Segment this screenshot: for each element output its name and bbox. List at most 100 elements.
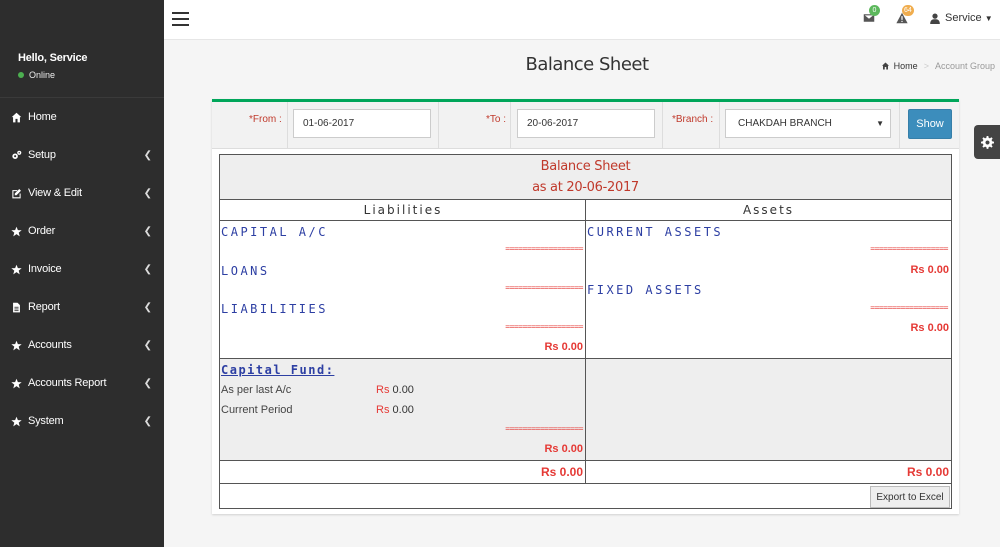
sidebar-item-order[interactable]: Order ❮ bbox=[0, 212, 164, 250]
alerts-button[interactable]: 64 bbox=[896, 5, 914, 27]
star-icon bbox=[11, 340, 22, 351]
breadcrumb-home-link[interactable]: Home bbox=[894, 61, 918, 71]
separator-line: ================== bbox=[505, 322, 583, 331]
capital-fund-row-value: Rs 0.00 bbox=[376, 404, 414, 416]
balance-sheet-panel: *From : 01-06-2017 *To : 20-06-2017 *Bra… bbox=[212, 99, 959, 514]
user-name: Service bbox=[945, 12, 982, 24]
separator-line: ================== bbox=[505, 424, 583, 433]
edit-icon bbox=[11, 188, 22, 199]
settings-panel-toggle[interactable] bbox=[974, 125, 1000, 159]
online-dot-icon bbox=[18, 72, 24, 78]
star-icon bbox=[11, 226, 22, 237]
sidebar-item-setup[interactable]: Setup ❮ bbox=[0, 136, 164, 174]
sidebar-item-label: Setup bbox=[28, 149, 56, 161]
total-liabilities: Rs 0.00 bbox=[540, 465, 583, 479]
liabilities-amount: Rs 0.00 bbox=[544, 341, 583, 353]
show-button[interactable]: Show bbox=[908, 109, 952, 139]
sidebar-logo-area bbox=[0, 0, 164, 40]
group-liabilities: LIABILITIES bbox=[221, 302, 328, 316]
sidebar-menu: Home Setup ❮ View & Edit ❮ Order ❮ Invoi… bbox=[0, 98, 164, 440]
chevron-left-icon: ❮ bbox=[143, 187, 152, 199]
cogs-icon bbox=[11, 150, 22, 161]
select-arrow-icon: ▼ bbox=[876, 119, 884, 128]
capital-fund-title: Capital Fund: bbox=[221, 363, 335, 377]
file-icon bbox=[11, 302, 22, 313]
capital-fund-total: Rs 0.00 bbox=[544, 443, 583, 455]
group-current-assets: CURRENT ASSETS bbox=[587, 225, 724, 239]
from-label: *From : bbox=[249, 114, 282, 125]
caret-down-icon: ▼ bbox=[984, 13, 993, 23]
star-icon bbox=[11, 264, 22, 275]
user-greeting: Hello, Service bbox=[18, 52, 88, 64]
sidebar-item-home[interactable]: Home bbox=[0, 98, 164, 136]
chevron-left-icon: ❮ bbox=[143, 263, 152, 275]
group-loans: LOANS bbox=[221, 264, 270, 278]
star-icon bbox=[11, 378, 22, 389]
to-label: *To : bbox=[486, 114, 507, 125]
chevron-left-icon: ❮ bbox=[143, 415, 152, 427]
breadcrumb-separator: > bbox=[923, 61, 929, 71]
branch-select[interactable]: CHAKDAH BRANCH ▼ bbox=[725, 109, 891, 138]
balance-sheet-report: Balance Sheet as at 20-06-2017 Liabiliti… bbox=[219, 154, 952, 509]
sidebar-item-report[interactable]: Report ❮ bbox=[0, 288, 164, 326]
star-icon bbox=[11, 416, 22, 427]
sidebar-item-label: System bbox=[28, 415, 64, 427]
user-status: Online bbox=[18, 70, 146, 80]
sidebar-item-label: Accounts Report bbox=[28, 377, 107, 389]
user-icon bbox=[930, 12, 940, 24]
export-to-excel-button[interactable]: Export to Excel bbox=[870, 486, 950, 508]
branch-label: *Branch : bbox=[672, 114, 714, 125]
sidebar: Hello, Service Online Home Setup ❮ View … bbox=[0, 0, 164, 547]
filter-bar: *From : 01-06-2017 *To : 20-06-2017 *Bra… bbox=[212, 102, 959, 149]
sidebar-item-label: Order bbox=[28, 225, 56, 237]
sidebar-item-label: Invoice bbox=[28, 263, 62, 275]
page-title: Balance Sheet bbox=[525, 54, 649, 75]
chevron-left-icon: ❮ bbox=[143, 301, 152, 313]
separator-line: ================== bbox=[505, 283, 583, 292]
assets-column-header: Assets bbox=[586, 200, 951, 221]
gear-icon bbox=[980, 135, 994, 149]
messages-button[interactable]: 0 bbox=[863, 5, 880, 27]
user-menu-dropdown[interactable]: Service ▼ bbox=[930, 12, 993, 24]
capital-fund-row-label: As per last A/c bbox=[221, 384, 292, 396]
to-date-input[interactable]: 20-06-2017 bbox=[517, 109, 655, 138]
separator-line: ================== bbox=[505, 244, 583, 253]
separator-line: ================== bbox=[870, 303, 948, 312]
capital-fund-row-label: Current Period bbox=[221, 404, 293, 416]
sidebar-item-system[interactable]: System ❮ bbox=[0, 402, 164, 440]
sidebar-item-accounts[interactable]: Accounts ❮ bbox=[0, 326, 164, 364]
sidebar-item-accounts-report[interactable]: Accounts Report ❮ bbox=[0, 364, 164, 402]
total-assets: Rs 0.00 bbox=[906, 465, 949, 479]
sidebar-item-label: Report bbox=[28, 301, 60, 313]
user-status-label: Online bbox=[29, 70, 56, 80]
sidebar-item-label: Accounts bbox=[28, 339, 72, 351]
group-fixed-assets: FIXED ASSETS bbox=[587, 283, 704, 297]
top-navbar: 0 64 Service ▼ bbox=[164, 0, 1000, 40]
sidebar-item-label: View & Edit bbox=[28, 187, 82, 199]
menu-toggle-icon[interactable] bbox=[172, 12, 189, 26]
sidebar-item-invoice[interactable]: Invoice ❮ bbox=[0, 250, 164, 288]
chevron-left-icon: ❮ bbox=[143, 225, 152, 237]
fixed-assets-amount: Rs 0.00 bbox=[910, 322, 949, 334]
user-panel: Hello, Service Online bbox=[0, 40, 164, 98]
breadcrumb: Home > Account Group bbox=[881, 61, 995, 71]
report-header: Balance Sheet as at 20-06-2017 bbox=[220, 155, 951, 200]
chevron-left-icon: ❮ bbox=[143, 377, 152, 389]
from-date-input[interactable]: 01-06-2017 bbox=[293, 109, 431, 138]
report-subtitle: as at 20-06-2017 bbox=[532, 180, 639, 195]
separator-line: ================== bbox=[870, 244, 948, 253]
report-title: Balance Sheet bbox=[540, 159, 631, 174]
liabilities-column-header: Liabilities bbox=[220, 200, 586, 221]
messages-badge: 0 bbox=[869, 5, 880, 16]
chevron-left-icon: ❮ bbox=[143, 149, 152, 161]
alerts-badge: 64 bbox=[902, 5, 914, 16]
sidebar-item-view-edit[interactable]: View & Edit ❮ bbox=[0, 174, 164, 212]
breadcrumb-current: Account Group bbox=[934, 61, 995, 71]
current-assets-amount: Rs 0.00 bbox=[910, 264, 949, 276]
home-icon bbox=[11, 112, 22, 123]
branch-selected-value: CHAKDAH BRANCH bbox=[738, 118, 832, 129]
group-capital-ac: CAPITAL A/C bbox=[221, 225, 328, 239]
home-icon bbox=[881, 62, 889, 70]
sidebar-item-label: Home bbox=[28, 111, 57, 123]
capital-fund-row-value: Rs 0.00 bbox=[376, 384, 414, 396]
